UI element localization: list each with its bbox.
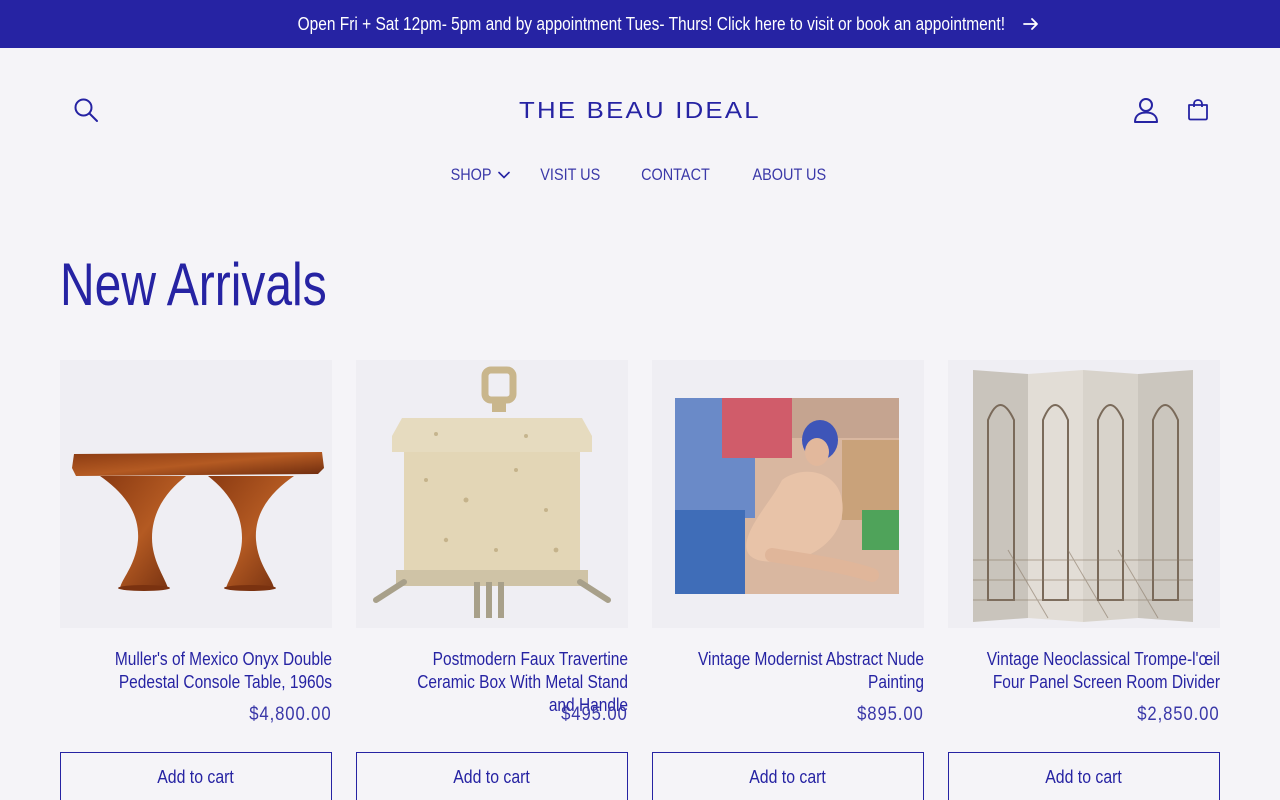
search-icon (74, 98, 98, 122)
product-price: $895.00 (857, 704, 924, 725)
cart-icon (1188, 99, 1208, 121)
nav-item-label: SHOP (450, 165, 492, 184)
product-card: Postmodern Faux Travertine Ceramic Box W… (356, 360, 628, 800)
account-button[interactable] (1126, 90, 1166, 130)
arrow-right-icon (1023, 18, 1039, 30)
console-table-image (72, 452, 324, 591)
nav-item-label: CONTACT (641, 165, 710, 184)
nav-item-visit-us[interactable]: VISIT US (520, 165, 621, 185)
section-title: New Arrivals (60, 251, 327, 318)
store-logo[interactable]: THE BEAU IDEAL (488, 96, 792, 123)
announcement-bar[interactable]: Open Fri + Sat 12pm- 5pm and by appointm… (0, 0, 1280, 48)
ceramic-box-image (373, 366, 611, 618)
cart-button[interactable] (1178, 90, 1218, 130)
product-title[interactable]: Muller's of Mexico Onyx Double Pedestal … (60, 648, 332, 694)
room-divider-image (973, 370, 1193, 622)
product-image[interactable] (60, 360, 332, 628)
product-card: Muller's of Mexico Onyx Double Pedestal … (60, 360, 332, 800)
nav-item-shop[interactable]: SHOP (432, 165, 519, 185)
product-price: $495.00 (561, 704, 628, 725)
product-card: Vintage Modernist Abstract Nude Painting… (652, 360, 924, 800)
chevron-down-icon (497, 171, 510, 179)
search-button[interactable] (66, 90, 106, 130)
site-header: THE BEAU IDEAL SHOP VISIT US CONTACT ABO… (0, 48, 1280, 218)
nav-item-label: VISIT US (539, 165, 600, 184)
product-price: $2,850.00 (1137, 704, 1220, 725)
logo-text: THE BEAU IDEAL (519, 96, 761, 123)
nav-item-label: ABOUT US (752, 165, 827, 184)
announcement-text[interactable]: Open Fri + Sat 12pm- 5pm and by appointm… (297, 14, 1004, 35)
add-to-cart-button[interactable]: Add to cart (356, 752, 628, 800)
painting-image (675, 398, 899, 594)
add-to-cart-button[interactable]: Add to cart (60, 752, 332, 800)
nav-item-about-us[interactable]: ABOUT US (731, 165, 848, 185)
main-nav: SHOP VISIT US CONTACT ABOUT US (0, 162, 1280, 188)
account-icon (1134, 98, 1158, 123)
product-grid: Muller's of Mexico Onyx Double Pedestal … (60, 360, 1220, 800)
add-to-cart-button[interactable]: Add to cart (948, 752, 1220, 800)
product-price: $4,800.00 (249, 704, 332, 725)
product-image[interactable] (948, 360, 1220, 628)
product-title[interactable]: Vintage Modernist Abstract Nude Painting (652, 648, 924, 694)
nav-item-contact[interactable]: CONTACT (620, 165, 731, 185)
product-image[interactable] (652, 360, 924, 628)
product-title[interactable]: Vintage Neoclassical Trompe-l'œil Four P… (948, 648, 1220, 694)
add-to-cart-button[interactable]: Add to cart (652, 752, 924, 800)
product-image[interactable] (356, 360, 628, 628)
product-card: Vintage Neoclassical Trompe-l'œil Four P… (948, 360, 1220, 800)
